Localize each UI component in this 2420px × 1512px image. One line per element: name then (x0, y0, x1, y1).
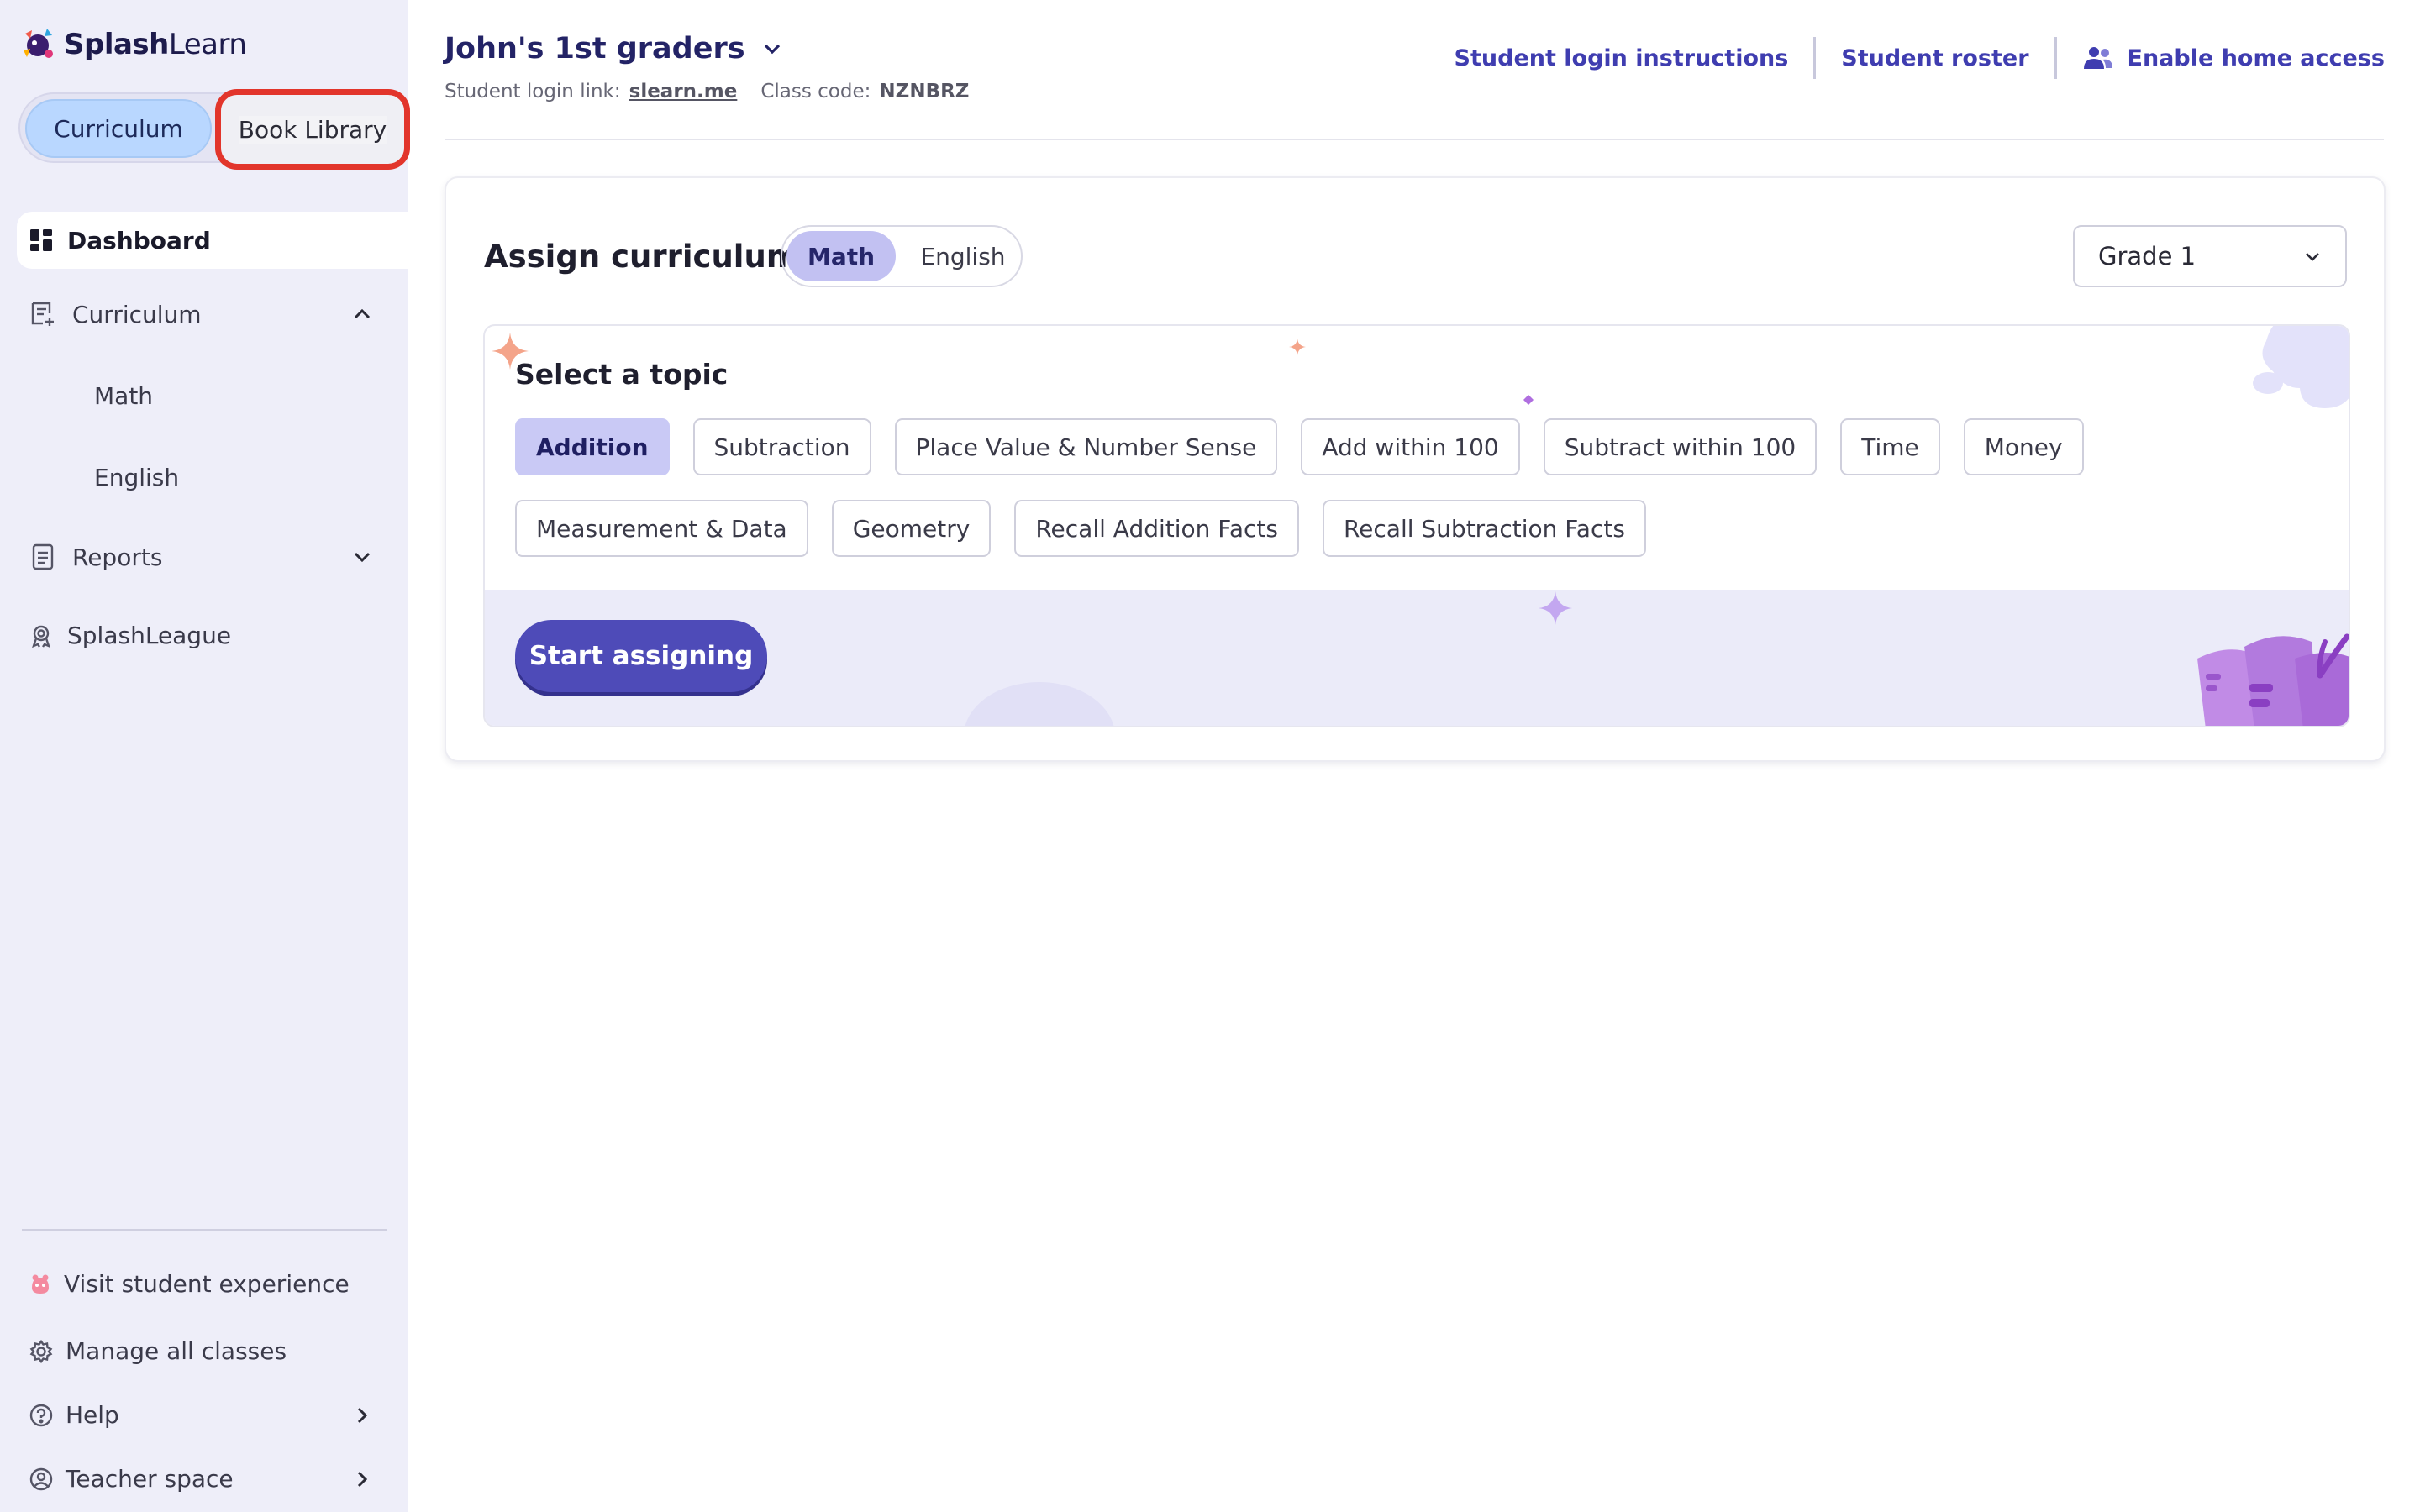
grade-dropdown[interactable]: Grade 1 (2073, 225, 2347, 287)
dot-decoration-icon (1523, 395, 1534, 405)
brand-logo[interactable]: SplashLearn (18, 25, 247, 64)
class-selector[interactable]: John's 1st graders (445, 32, 784, 66)
sidebar-item-splashleague[interactable]: SplashLeague (29, 622, 231, 649)
grade-dropdown-value: Grade 1 (2098, 242, 2196, 270)
student-face-icon (32, 1274, 49, 1294)
start-assigning-button[interactable]: Start assigning (515, 620, 767, 692)
visit-student-experience-link[interactable]: Visit student experience (29, 1270, 350, 1298)
sidebar-item-splashleague-label: SplashLeague (67, 622, 232, 649)
sidebar-item-dashboard[interactable]: Dashboard (17, 212, 408, 269)
award-ribbon-icon (32, 625, 50, 648)
book-library-toggle-button[interactable]: Book Library (215, 89, 410, 170)
sidebar-divider (22, 1229, 387, 1231)
sidebar-item-english[interactable]: English (94, 464, 179, 491)
user-circle-icon (29, 1467, 53, 1490)
sidebar-item-math[interactable]: Math (94, 382, 153, 410)
help-menu-item[interactable]: Help (29, 1401, 368, 1429)
book-illustration-icon (2197, 633, 2349, 726)
class-code-value: NZNBRZ (879, 81, 970, 102)
circle-decoration-icon (965, 682, 1114, 726)
reports-doc-icon (32, 543, 54, 570)
topic-chip-addition[interactable]: Addition (515, 418, 670, 475)
manage-all-classes-label: Manage all classes (66, 1337, 287, 1365)
topic-chip-subtract-within-100[interactable]: Subtract within 100 (1543, 418, 1818, 475)
start-assigning-band: Start assigning (485, 590, 2349, 726)
assign-curriculum-card: Assign curriculum Math English Grade 1 S… (445, 176, 2386, 762)
topic-chips-row-2: Measurement & Data Geometry Recall Addit… (515, 500, 1646, 557)
chevron-down-icon (2306, 253, 2319, 261)
sidebar-item-reports-label: Reports (72, 543, 163, 571)
dashboard-grid-icon (30, 229, 52, 251)
sidebar-item-curriculum-label: Curriculum (72, 300, 202, 328)
sidebar-item-curriculum[interactable]: Curriculum (29, 300, 371, 328)
visit-student-experience-label: Visit student experience (64, 1270, 350, 1298)
class-info: Student login link: slearn.me Class code… (445, 81, 969, 102)
subject-tab-english[interactable]: English (908, 231, 1018, 281)
sidebar-item-dashboard-label: Dashboard (67, 226, 211, 255)
users-icon (2083, 47, 2112, 69)
app-window: SplashLearn Curriculum Book Library Dash… (0, 0, 2420, 1512)
topic-chip-place-value[interactable]: Place Value & Number Sense (894, 418, 1278, 475)
chevron-down-icon[interactable] (350, 544, 375, 570)
sidebar: SplashLearn Curriculum Book Library Dash… (0, 0, 410, 1512)
topic-chip-recall-addition[interactable]: Recall Addition Facts (1014, 500, 1299, 557)
topic-chip-measurement-data[interactable]: Measurement & Data (515, 500, 808, 557)
class-name: John's 1st graders (445, 32, 745, 66)
header-divider (445, 139, 2384, 140)
chevron-down-icon (764, 44, 780, 55)
topic-chip-subtraction[interactable]: Subtraction (692, 418, 871, 475)
topic-chip-recall-subtraction[interactable]: Recall Subtraction Facts (1322, 500, 1646, 557)
enable-home-access-link[interactable]: Enable home access (2082, 45, 2385, 71)
topic-chips-row-1: Addition Subtraction Place Value & Numbe… (515, 418, 2084, 475)
subject-toggle: Math English (781, 225, 1023, 287)
curriculum-toggle-button[interactable]: Curriculum (25, 99, 212, 158)
assign-curriculum-title: Assign curriculum (484, 239, 799, 275)
help-circle-icon (29, 1404, 53, 1426)
splashlearn-logo-icon (18, 25, 57, 64)
teacher-space-menu-item[interactable]: Teacher space (29, 1465, 368, 1493)
class-code-label: Class code: (760, 81, 871, 102)
header-links: Student login instructions Student roste… (1455, 37, 2385, 79)
curriculum-list-icon (31, 302, 54, 326)
subject-tab-math[interactable]: Math (786, 231, 896, 281)
book-library-label: Book Library (238, 115, 387, 144)
topic-chip-money[interactable]: Money (1963, 418, 2084, 475)
topic-chip-add-within-100[interactable]: Add within 100 (1301, 418, 1520, 475)
select-topic-title: Select a topic (515, 358, 729, 391)
teacher-space-label: Teacher space (66, 1465, 234, 1493)
blob-decoration-icon (2253, 326, 2349, 408)
student-roster-link[interactable]: Student roster (1841, 45, 2028, 71)
library-toggle: Curriculum Book Library (18, 89, 410, 170)
chevron-right-icon (357, 1471, 368, 1487)
sparkle-decoration-icon (1539, 591, 1572, 625)
brand-wordmark: SplashLearn (64, 28, 247, 61)
header-separator (1813, 37, 1817, 79)
login-link-label: Student login link: (445, 81, 621, 102)
manage-all-classes-link[interactable]: Manage all classes (29, 1337, 287, 1365)
gear-icon (29, 1339, 53, 1363)
topic-selection-panel: Select a topic Addition Subtraction Plac… (483, 324, 2350, 727)
topic-chip-time[interactable]: Time (1840, 418, 1940, 475)
chevron-right-icon (357, 1407, 368, 1423)
chevron-up-icon[interactable] (350, 302, 375, 327)
topic-chip-geometry[interactable]: Geometry (831, 500, 992, 557)
help-label: Help (66, 1401, 119, 1429)
student-login-instructions-link[interactable]: Student login instructions (1455, 45, 1789, 71)
student-login-link[interactable]: slearn.me (629, 81, 738, 102)
sparkle-decoration-icon (1289, 339, 1306, 355)
sidebar-item-reports[interactable]: Reports (29, 543, 371, 571)
header-separator (2054, 37, 2057, 79)
enable-home-access-label: Enable home access (2127, 45, 2385, 71)
